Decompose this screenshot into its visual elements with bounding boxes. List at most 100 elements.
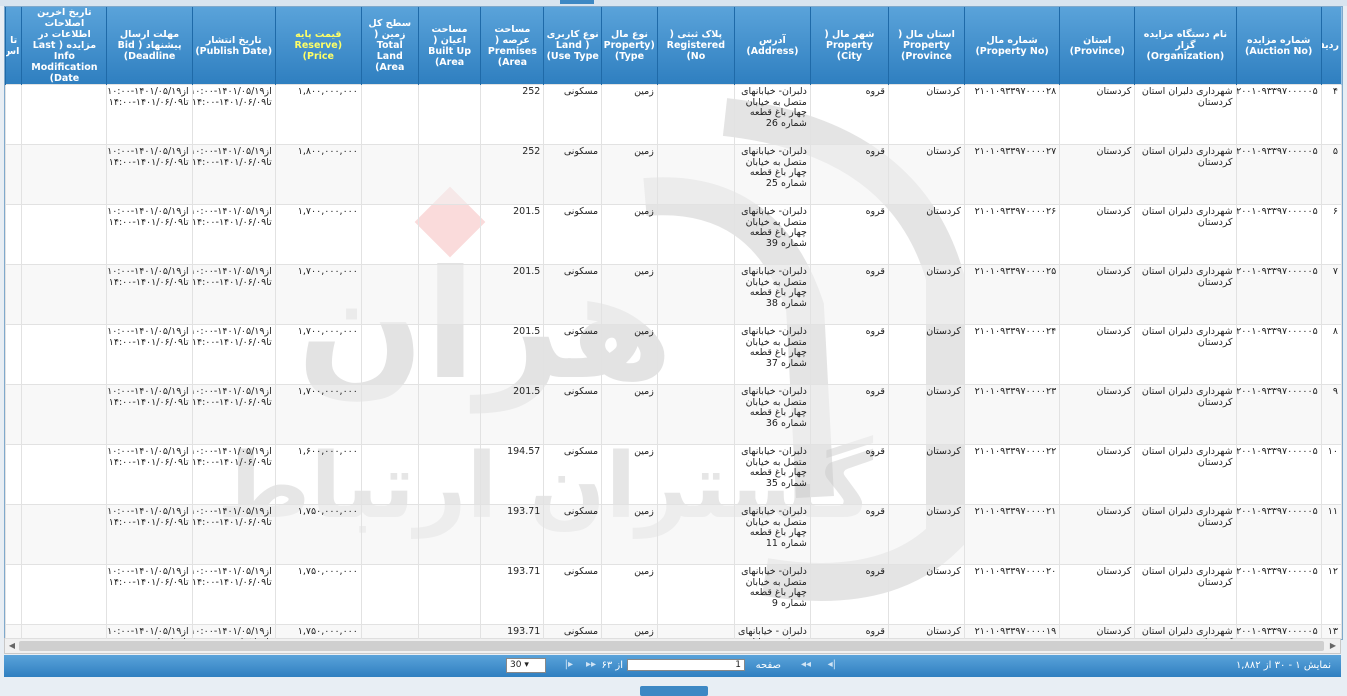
auction-no-link[interactable]: ۲۰۰۱۰۹۳۳۹۷۰۰۰۰۰۵ [1235,504,1322,565]
row-index: ۵ [1320,144,1342,205]
address-cell: دلبران- خیابانهای متصل به خیابان چهار با… [733,204,811,265]
land-use-cell: مسکونی [543,324,603,385]
property-province-cell: کردستان [887,564,965,625]
column-header[interactable]: پلاک ثبتی ( Registered No) [656,7,735,85]
auction-no-link[interactable]: ۲۰۰۱۰۹۳۳۹۷۰۰۰۰۰۵ [1235,324,1322,385]
column-header[interactable]: ردیف [1320,7,1342,85]
property-no-link[interactable]: ۲۱۰۱۰۹۳۳۹۷۰۰۰۰۲۶ [963,204,1061,265]
property-city-cell: قروه [809,504,889,565]
organization-cell: شهرداری دلبران استان کردستان [1134,504,1237,565]
premises-area-cell: 201.5 [480,324,545,385]
total-land-area-cell [360,384,419,445]
premises-area-cell: 201.5 [480,384,545,445]
land-use-cell: مسکونی [543,564,603,625]
table-row[interactable]: ۱۳ ۲۰۰۱۰۹۳۳۹۷۰۰۰۰۰۵ شهرداری دلبران استان ک… [5,624,1342,639]
total-land-area-cell [360,144,419,205]
column-header[interactable]: شماره مال (Property No) [963,7,1061,85]
scroll-right-arrow-icon[interactable]: ▶ [1328,641,1338,651]
column-header[interactable]: شهر مال ( Property City) [809,7,889,85]
bottom-area [0,678,1347,696]
last-modified-cell [21,84,108,145]
auction-no-link[interactable]: ۲۰۰۱۰۹۳۳۹۷۰۰۰۰۰۵ [1235,264,1322,325]
table-row[interactable]: ۴ ۲۰۰۱۰۹۳۳۹۷۰۰۰۰۰۵ شهرداری دلبران استان کر… [5,84,1342,145]
auction-no-link[interactable]: ۲۰۰۱۰۹۳۳۹۷۰۰۰۰۰۵ [1235,204,1322,265]
prev-page-icon[interactable]: ◂◂ [801,659,811,670]
built-area-cell [417,384,482,445]
property-city-cell: قروه [809,624,889,639]
column-header[interactable]: مساحت عرصه ( Premises Area) [480,7,545,85]
table-row[interactable]: ۷ ۲۰۰۱۰۹۳۳۹۷۰۰۰۰۰۵ شهرداری دلبران استان کر… [5,264,1342,325]
extra-cell [5,624,23,639]
table-header-row: ردیفشماره مزایده (Auction No)نام دستگاه … [5,7,1342,85]
property-city-cell: قروه [809,144,889,205]
column-header[interactable]: تاریخ انتشار (Publish Date) [191,7,276,85]
auction-no-link[interactable]: ۲۰۰۱۰۹۳۳۹۷۰۰۰۰۰۵ [1235,384,1322,445]
page-number-input[interactable]: 1 [627,659,745,671]
registered-no-cell [656,384,735,445]
row-index: ۱۳ [1320,624,1342,639]
column-header[interactable]: مهلت ارسال پیشنهاد ( Bid Deadline) [106,7,193,85]
column-header[interactable]: مساحت اعیان ( Built Up Area) [417,7,482,85]
address-cell: دلبران- خیابانهای متصل به خیابان چهار با… [733,444,811,505]
extra-cell [5,204,23,265]
column-header[interactable]: استان مال ( Property Province) [887,7,965,85]
active-tab-indicator [560,0,594,4]
table-row[interactable]: ۱۲ ۲۰۰۱۰۹۳۳۹۷۰۰۰۰۰۵ شهرداری دلبران استان ک… [5,564,1342,625]
bid-deadline-cell: از۱۴۰۱/۰۵/۱۹-۱۰:۰۰تا۱۴۰۱/۰۶/۰۹-۱۴:۰۰ [106,444,193,505]
property-no-link[interactable]: ۲۱۰۱۰۹۳۳۹۷۰۰۰۰۲۱ [963,504,1061,565]
table-row[interactable]: ۹ ۲۰۰۱۰۹۳۳۹۷۰۰۰۰۰۵ شهرداری دلبران استان کر… [5,384,1342,445]
publish-date-cell: از۱۴۰۱/۰۵/۱۹-۱۰:۰۰تا۱۴۰۱/۰۶/۰۹-۱۴:۰۰ [191,84,276,145]
publish-date-cell: از۱۴۰۱/۰۵/۱۹-۱۰:۰۰تا۱۴۰۱/۰۶/۰۹-۱۴:۰۰ [191,384,276,445]
auction-no-link[interactable]: ۲۰۰۱۰۹۳۳۹۷۰۰۰۰۰۵ [1235,444,1322,505]
column-header[interactable]: تا اس [5,7,23,85]
property-no-link[interactable]: ۲۱۰۱۰۹۳۳۹۷۰۰۰۰۲۷ [963,144,1061,205]
next-page-icon[interactable]: ▸▸ [586,659,596,670]
property-no-link[interactable]: ۲۱۰۱۰۹۳۳۹۷۰۰۰۰۱۹ [963,624,1061,639]
auction-no-link[interactable]: ۲۰۰۱۰۹۳۳۹۷۰۰۰۰۰۵ [1235,144,1322,205]
scroll-left-arrow-icon[interactable]: ◀ [7,641,17,651]
built-area-cell [417,564,482,625]
auction-no-link[interactable]: ۲۰۰۱۰۹۳۳۹۷۰۰۰۰۰۵ [1235,624,1322,639]
column-header[interactable]: تاریخ آخرین اصلاحات اطلاعات در مزایده ( … [21,7,108,85]
property-no-link[interactable]: ۲۱۰۱۰۹۳۳۹۷۰۰۰۰۲۴ [963,324,1061,385]
column-header[interactable]: قیمت پایه (Reserve Price) [274,7,362,85]
auction-no-link[interactable]: ۲۰۰۱۰۹۳۳۹۷۰۰۰۰۰۵ [1235,84,1322,145]
column-header[interactable]: شماره مزایده (Auction No) [1235,7,1322,85]
bottom-action-button[interactable] [640,686,708,696]
page-count-label: از ۶۳ [601,660,623,671]
table-row[interactable]: ۱۰ ۲۰۰۱۰۹۳۳۹۷۰۰۰۰۰۵ شهرداری دلبران استان ک… [5,444,1342,505]
built-area-cell [417,204,482,265]
auction-table: ردیفشماره مزایده (Auction No)نام دستگاه … [5,7,1342,639]
province-cell: کردستان [1059,144,1136,205]
property-city-cell: قروه [809,204,889,265]
horizontal-scrollbar[interactable]: ◀ ▶ [4,638,1341,654]
table-row[interactable]: ۱۱ ۲۰۰۱۰۹۳۳۹۷۰۰۰۰۰۵ شهرداری دلبران استان ک… [5,504,1342,565]
property-no-link[interactable]: ۲۱۰۱۰۹۳۳۹۷۰۰۰۰۲۲ [963,444,1061,505]
property-province-cell: کردستان [887,84,965,145]
row-index: ۹ [1320,384,1342,445]
last-page-icon[interactable]: ▸| [565,659,573,670]
auction-grid: هران گستران ارتباط ردیفشماره مزایده (Auc… [4,6,1343,640]
page-size-select[interactable]: 30 ▾ [506,658,546,673]
first-page-icon[interactable]: |◂ [828,659,836,670]
premises-area-cell: 252 [480,144,545,205]
table-row[interactable]: ۵ ۲۰۰۱۰۹۳۳۹۷۰۰۰۰۰۵ شهرداری دلبران استان کر… [5,144,1342,205]
column-header[interactable]: نوع مال (Property Type) [601,7,658,85]
auction-no-link[interactable]: ۲۰۰۱۰۹۳۳۹۷۰۰۰۰۰۵ [1235,564,1322,625]
property-no-link[interactable]: ۲۱۰۱۰۹۳۳۹۷۰۰۰۰۲۵ [963,264,1061,325]
scrollbar-thumb[interactable] [19,641,1324,651]
total-land-area-cell [360,204,419,265]
table-row[interactable]: ۶ ۲۰۰۱۰۹۳۳۹۷۰۰۰۰۰۵ شهرداری دلبران استان کر… [5,204,1342,265]
organization-cell: شهرداری دلبران استان کردستان [1134,624,1237,639]
column-header[interactable]: استان (Province) [1059,7,1136,85]
column-header[interactable]: سطح کل زمین ( Total Land Area) [360,7,419,85]
column-header[interactable]: نام دستگاه مزایده گزار (Organization) [1134,7,1237,85]
extra-cell [5,84,23,145]
property-no-link[interactable]: ۲۱۰۱۰۹۳۳۹۷۰۰۰۰۲۸ [963,84,1061,145]
column-header[interactable]: نوع کاربری ( Land Use Type) [543,7,603,85]
property-no-link[interactable]: ۲۱۰۱۰۹۳۳۹۷۰۰۰۰۲۳ [963,384,1061,445]
table-row[interactable]: ۸ ۲۰۰۱۰۹۳۳۹۷۰۰۰۰۰۵ شهرداری دلبران استان کر… [5,324,1342,385]
property-no-link[interactable]: ۲۱۰۱۰۹۳۳۹۷۰۰۰۰۲۰ [963,564,1061,625]
column-header[interactable]: آدرس (Address) [733,7,811,85]
land-use-cell: مسکونی [543,444,603,505]
